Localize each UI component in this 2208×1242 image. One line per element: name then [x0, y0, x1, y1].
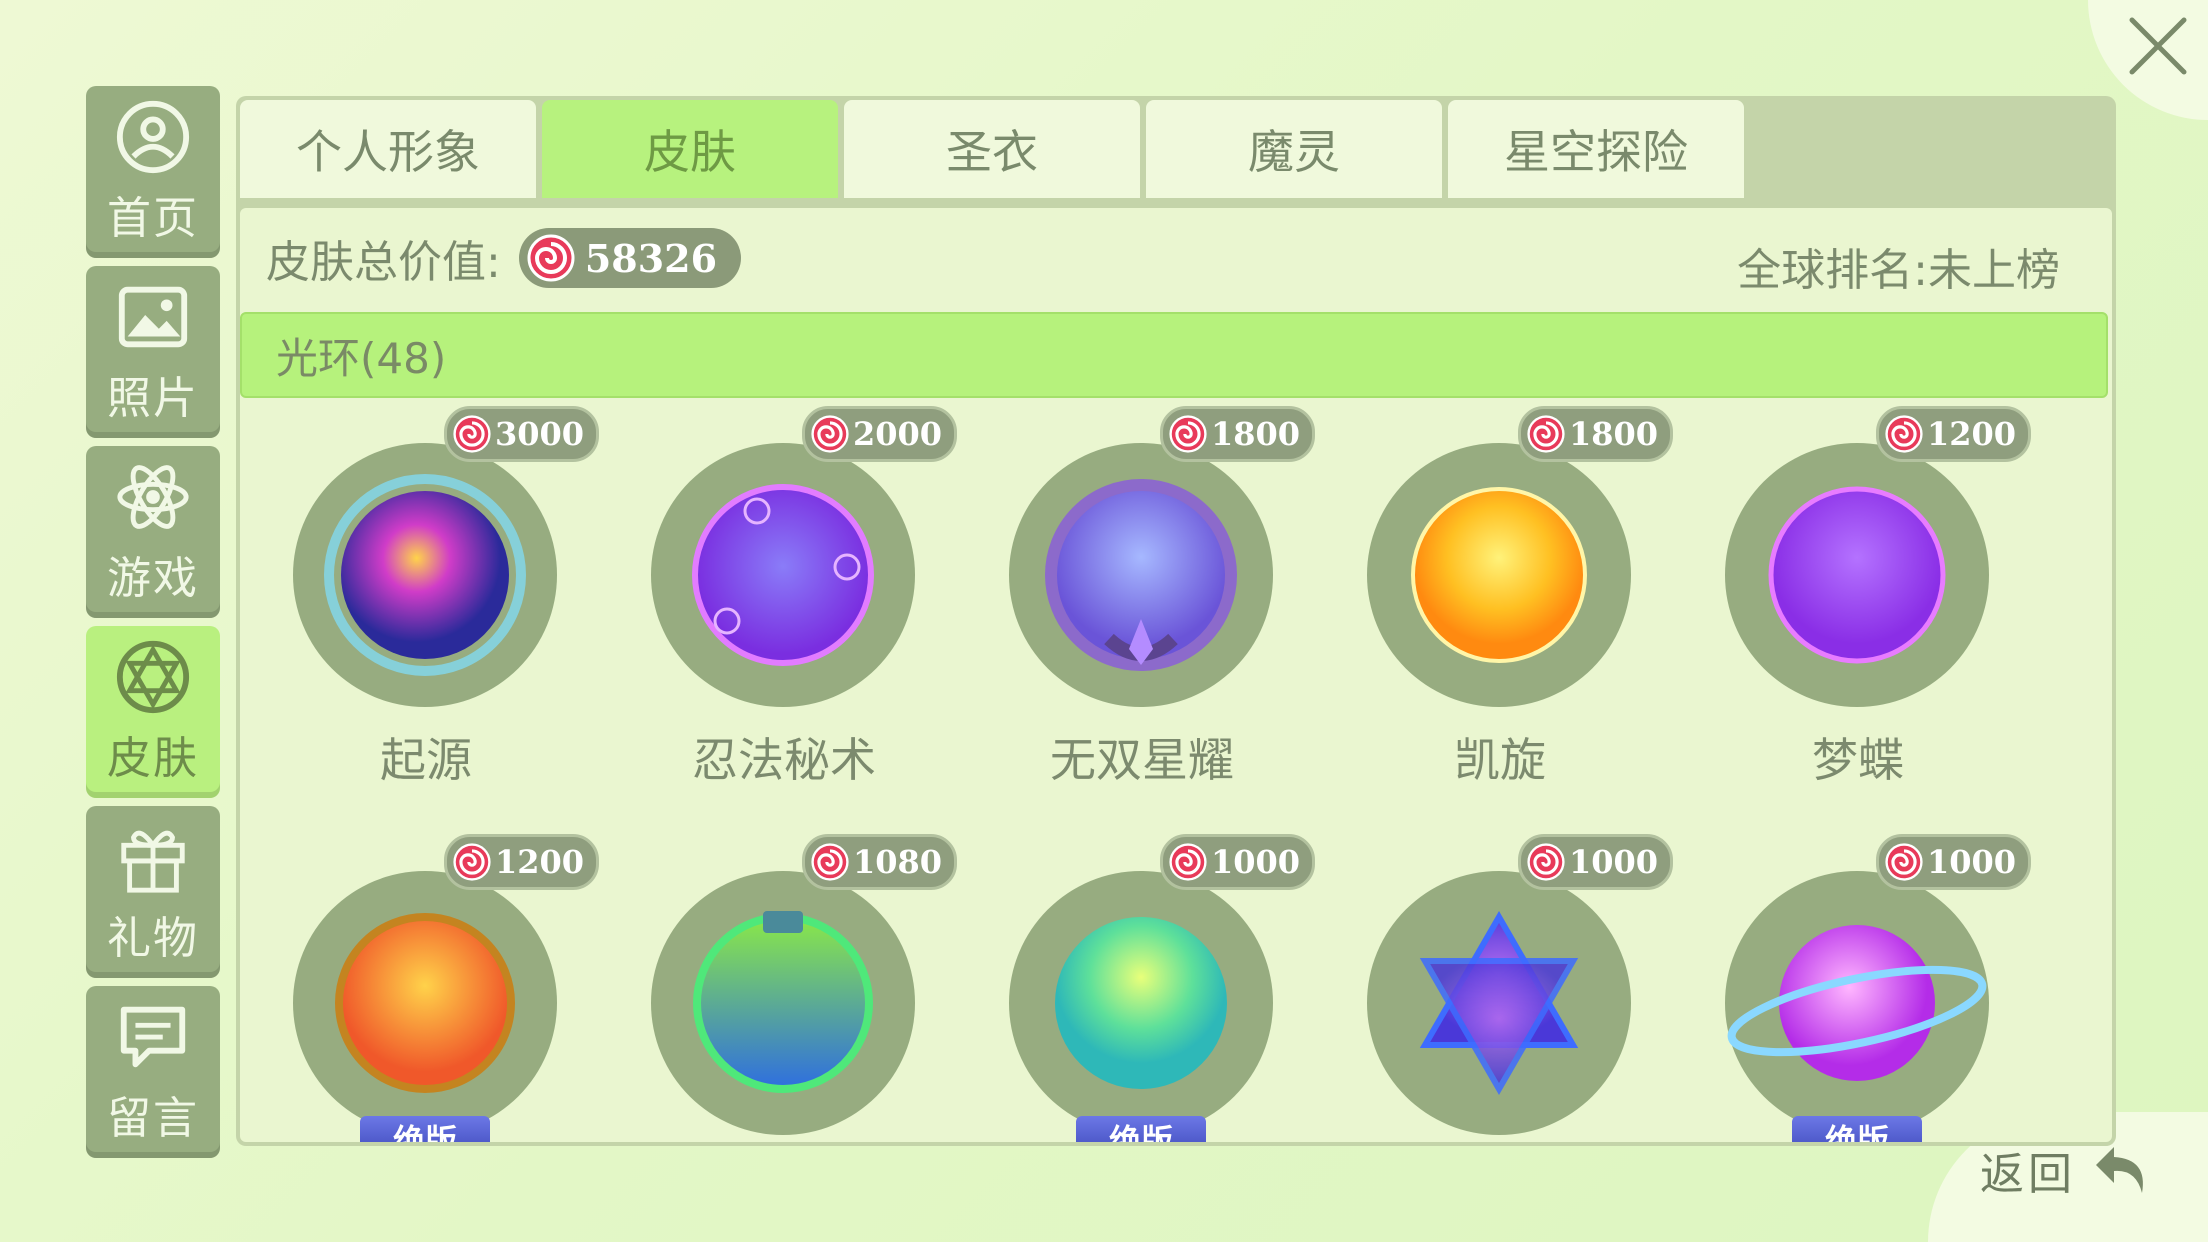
photo-icon: [118, 286, 188, 348]
skin-item[interactable]: 1200 梦蝶: [1672, 398, 2032, 787]
halo-orb: [1367, 443, 1631, 707]
skin-icon: [116, 640, 190, 714]
close-icon: [2129, 17, 2187, 75]
total-value-label: 皮肤总价值:: [266, 237, 501, 288]
halo-orb: [293, 443, 557, 707]
skin-name: 起源: [380, 733, 472, 787]
halo-orb: [1009, 871, 1273, 1135]
sidebar-item-game[interactable]: 游戏: [86, 446, 220, 618]
sidebar-item-label: 皮肤: [107, 733, 199, 784]
tab-armor[interactable]: 圣衣: [844, 100, 1140, 198]
candy-coin-icon: [1169, 415, 1207, 453]
price-value: 2000: [853, 415, 943, 453]
price-tag: 1000: [1160, 834, 1316, 890]
skin-item[interactable]: 1080: [598, 826, 958, 1142]
price-tag: 1200: [444, 834, 600, 890]
sidebar-item-message[interactable]: 留言: [86, 986, 220, 1158]
close-button[interactable]: [2126, 14, 2190, 78]
total-value: 58326: [584, 235, 718, 281]
price-tag: 1000: [1518, 834, 1674, 890]
price-tag: 3000: [444, 406, 600, 462]
tab-avatar[interactable]: 个人形象: [240, 100, 536, 198]
halo-orb: [293, 871, 557, 1135]
skin-item[interactable]: 2000 忍法秘术: [598, 398, 958, 787]
halo-orb: [651, 871, 915, 1135]
candy-coin-icon: [811, 843, 849, 881]
skin-name: 凯旋: [1454, 733, 1546, 787]
main-panel: 个人形象 皮肤 圣衣 魔灵 星空探险 皮肤总价值: 58326 全球排名:未上榜…: [236, 96, 2116, 1146]
price-value: 1800: [1569, 415, 1659, 453]
price-tag: 2000: [802, 406, 958, 462]
skin-content: 皮肤总价值: 58326 全球排名:未上榜 光环(48) 3000 起源 200…: [240, 208, 2112, 1142]
sidebar-item-label: 首页: [107, 193, 199, 244]
tab-space-adventure[interactable]: 星空探险: [1448, 100, 1744, 198]
price-value: 1200: [1927, 415, 2017, 453]
atom-icon: [117, 465, 189, 529]
skin-grid: 3000 起源 2000 忍法秘术 1800 无双星耀 1800 凯旋 1200…: [240, 398, 2112, 1142]
sidebar-item-photo[interactable]: 照片: [86, 266, 220, 438]
price-value: 1080: [853, 843, 943, 881]
candy-coin-icon: [811, 415, 849, 453]
sidebar-item-skin[interactable]: 皮肤: [86, 626, 220, 798]
candy-coin-icon: [527, 234, 575, 282]
sidebar-item-label: 照片: [107, 373, 199, 424]
candy-coin-icon: [453, 843, 491, 881]
sidebar: 首页 照片 游戏 皮肤 礼物 留言: [86, 86, 220, 1166]
limited-edition-badge: 绝版: [1076, 1116, 1206, 1142]
halo-orb: [1725, 871, 1989, 1135]
limited-edition-badge: 绝版: [1792, 1116, 1922, 1142]
skin-summary: 皮肤总价值: 58326 全球排名:未上榜: [240, 208, 2112, 308]
message-icon: [120, 1006, 186, 1068]
price-tag: 1000: [1876, 834, 2032, 890]
candy-coin-icon: [1527, 843, 1565, 881]
sidebar-item-home[interactable]: 首页: [86, 86, 220, 258]
category-header-halo[interactable]: 光环(48): [240, 312, 2108, 398]
back-button[interactable]: 返回: [1980, 1140, 2152, 1200]
halo-orb: [651, 443, 915, 707]
tab-skin[interactable]: 皮肤: [542, 100, 838, 198]
back-label: 返回: [1980, 1149, 2076, 1200]
halo-orb: [1725, 443, 1989, 707]
candy-coin-icon: [453, 415, 491, 453]
limited-edition-badge: 绝版: [360, 1116, 490, 1142]
price-tag: 1200: [1876, 406, 2032, 462]
skin-item[interactable]: 3000 起源: [240, 398, 600, 787]
sidebar-item-label: 留言: [107, 1093, 199, 1144]
tab-bar: 个人形象 皮肤 圣衣 魔灵 星空探险: [240, 100, 1744, 198]
candy-coin-icon: [1527, 415, 1565, 453]
return-arrow-icon: [2096, 1147, 2143, 1193]
halo-orb: [1009, 443, 1273, 707]
price-tag: 1800: [1518, 406, 1674, 462]
candy-coin-icon: [1885, 843, 1923, 881]
halo-orb: [1367, 871, 1631, 1135]
sidebar-item-label: 礼物: [107, 913, 199, 964]
home-icon: [116, 100, 190, 174]
gift-icon: [121, 830, 185, 893]
price-value: 1000: [1927, 843, 2017, 881]
price-value: 1000: [1211, 843, 1301, 881]
candy-coin-icon: [1885, 415, 1923, 453]
skin-item[interactable]: 1000 绝版: [1672, 826, 2032, 1142]
skin-item[interactable]: 1000 绝版: [956, 826, 1316, 1142]
sidebar-item-label: 游戏: [107, 553, 199, 604]
price-tag: 1800: [1160, 406, 1316, 462]
skin-item[interactable]: 1000: [1314, 826, 1674, 1142]
price-value: 1200: [495, 843, 585, 881]
total-value-badge: 58326: [518, 228, 742, 288]
tab-spirit[interactable]: 魔灵: [1146, 100, 1442, 198]
candy-coin-icon: [1169, 843, 1207, 881]
price-value: 1800: [1211, 415, 1301, 453]
skin-name: 无双星耀: [1050, 733, 1234, 787]
global-ranking: 全球排名:未上榜: [1737, 245, 2060, 296]
skin-name: 忍法秘术: [692, 733, 876, 787]
skin-name: 梦蝶: [1812, 733, 1904, 787]
skin-item[interactable]: 1800 凯旋: [1314, 398, 1674, 787]
sidebar-item-gift[interactable]: 礼物: [86, 806, 220, 978]
price-value: 3000: [495, 415, 585, 453]
price-value: 1000: [1569, 843, 1659, 881]
price-tag: 1080: [802, 834, 958, 890]
skin-item[interactable]: 1200 绝版: [240, 826, 600, 1142]
skin-item[interactable]: 1800 无双星耀: [956, 398, 1316, 787]
